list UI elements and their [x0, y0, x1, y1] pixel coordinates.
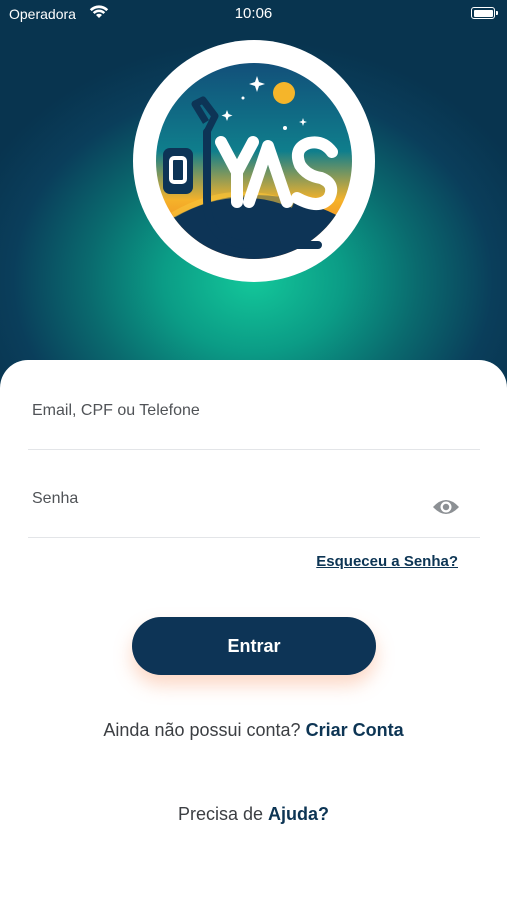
- signup-prompt-text: Ainda não possui conta?: [103, 720, 301, 740]
- battery-icon: [471, 7, 498, 19]
- fuel-nozzle-logo-icon: [133, 40, 375, 282]
- password-field[interactable]: Senha: [28, 450, 480, 538]
- create-account-link[interactable]: Criar Conta: [306, 720, 404, 740]
- email-field-label: Email, CPF ou Telefone: [32, 402, 200, 419]
- clock: 10:06: [234, 5, 273, 22]
- eye-icon[interactable]: [432, 496, 460, 518]
- signup-prompt: Ainda não possui conta? Criar Conta: [0, 720, 507, 741]
- login-button[interactable]: Entrar: [132, 617, 376, 675]
- status-bar: Operadora 10:06: [0, 0, 507, 28]
- email-field[interactable]: Email, CPF ou Telefone: [28, 362, 480, 450]
- help-link[interactable]: Ajuda?: [268, 804, 329, 824]
- forgot-password-link[interactable]: Esqueceu a Senha?: [316, 553, 458, 570]
- help-prompt-text: Precisa de: [177, 804, 264, 824]
- password-field-label: Senha: [32, 490, 79, 507]
- help-prompt: Precisa de Ajuda?: [0, 804, 507, 825]
